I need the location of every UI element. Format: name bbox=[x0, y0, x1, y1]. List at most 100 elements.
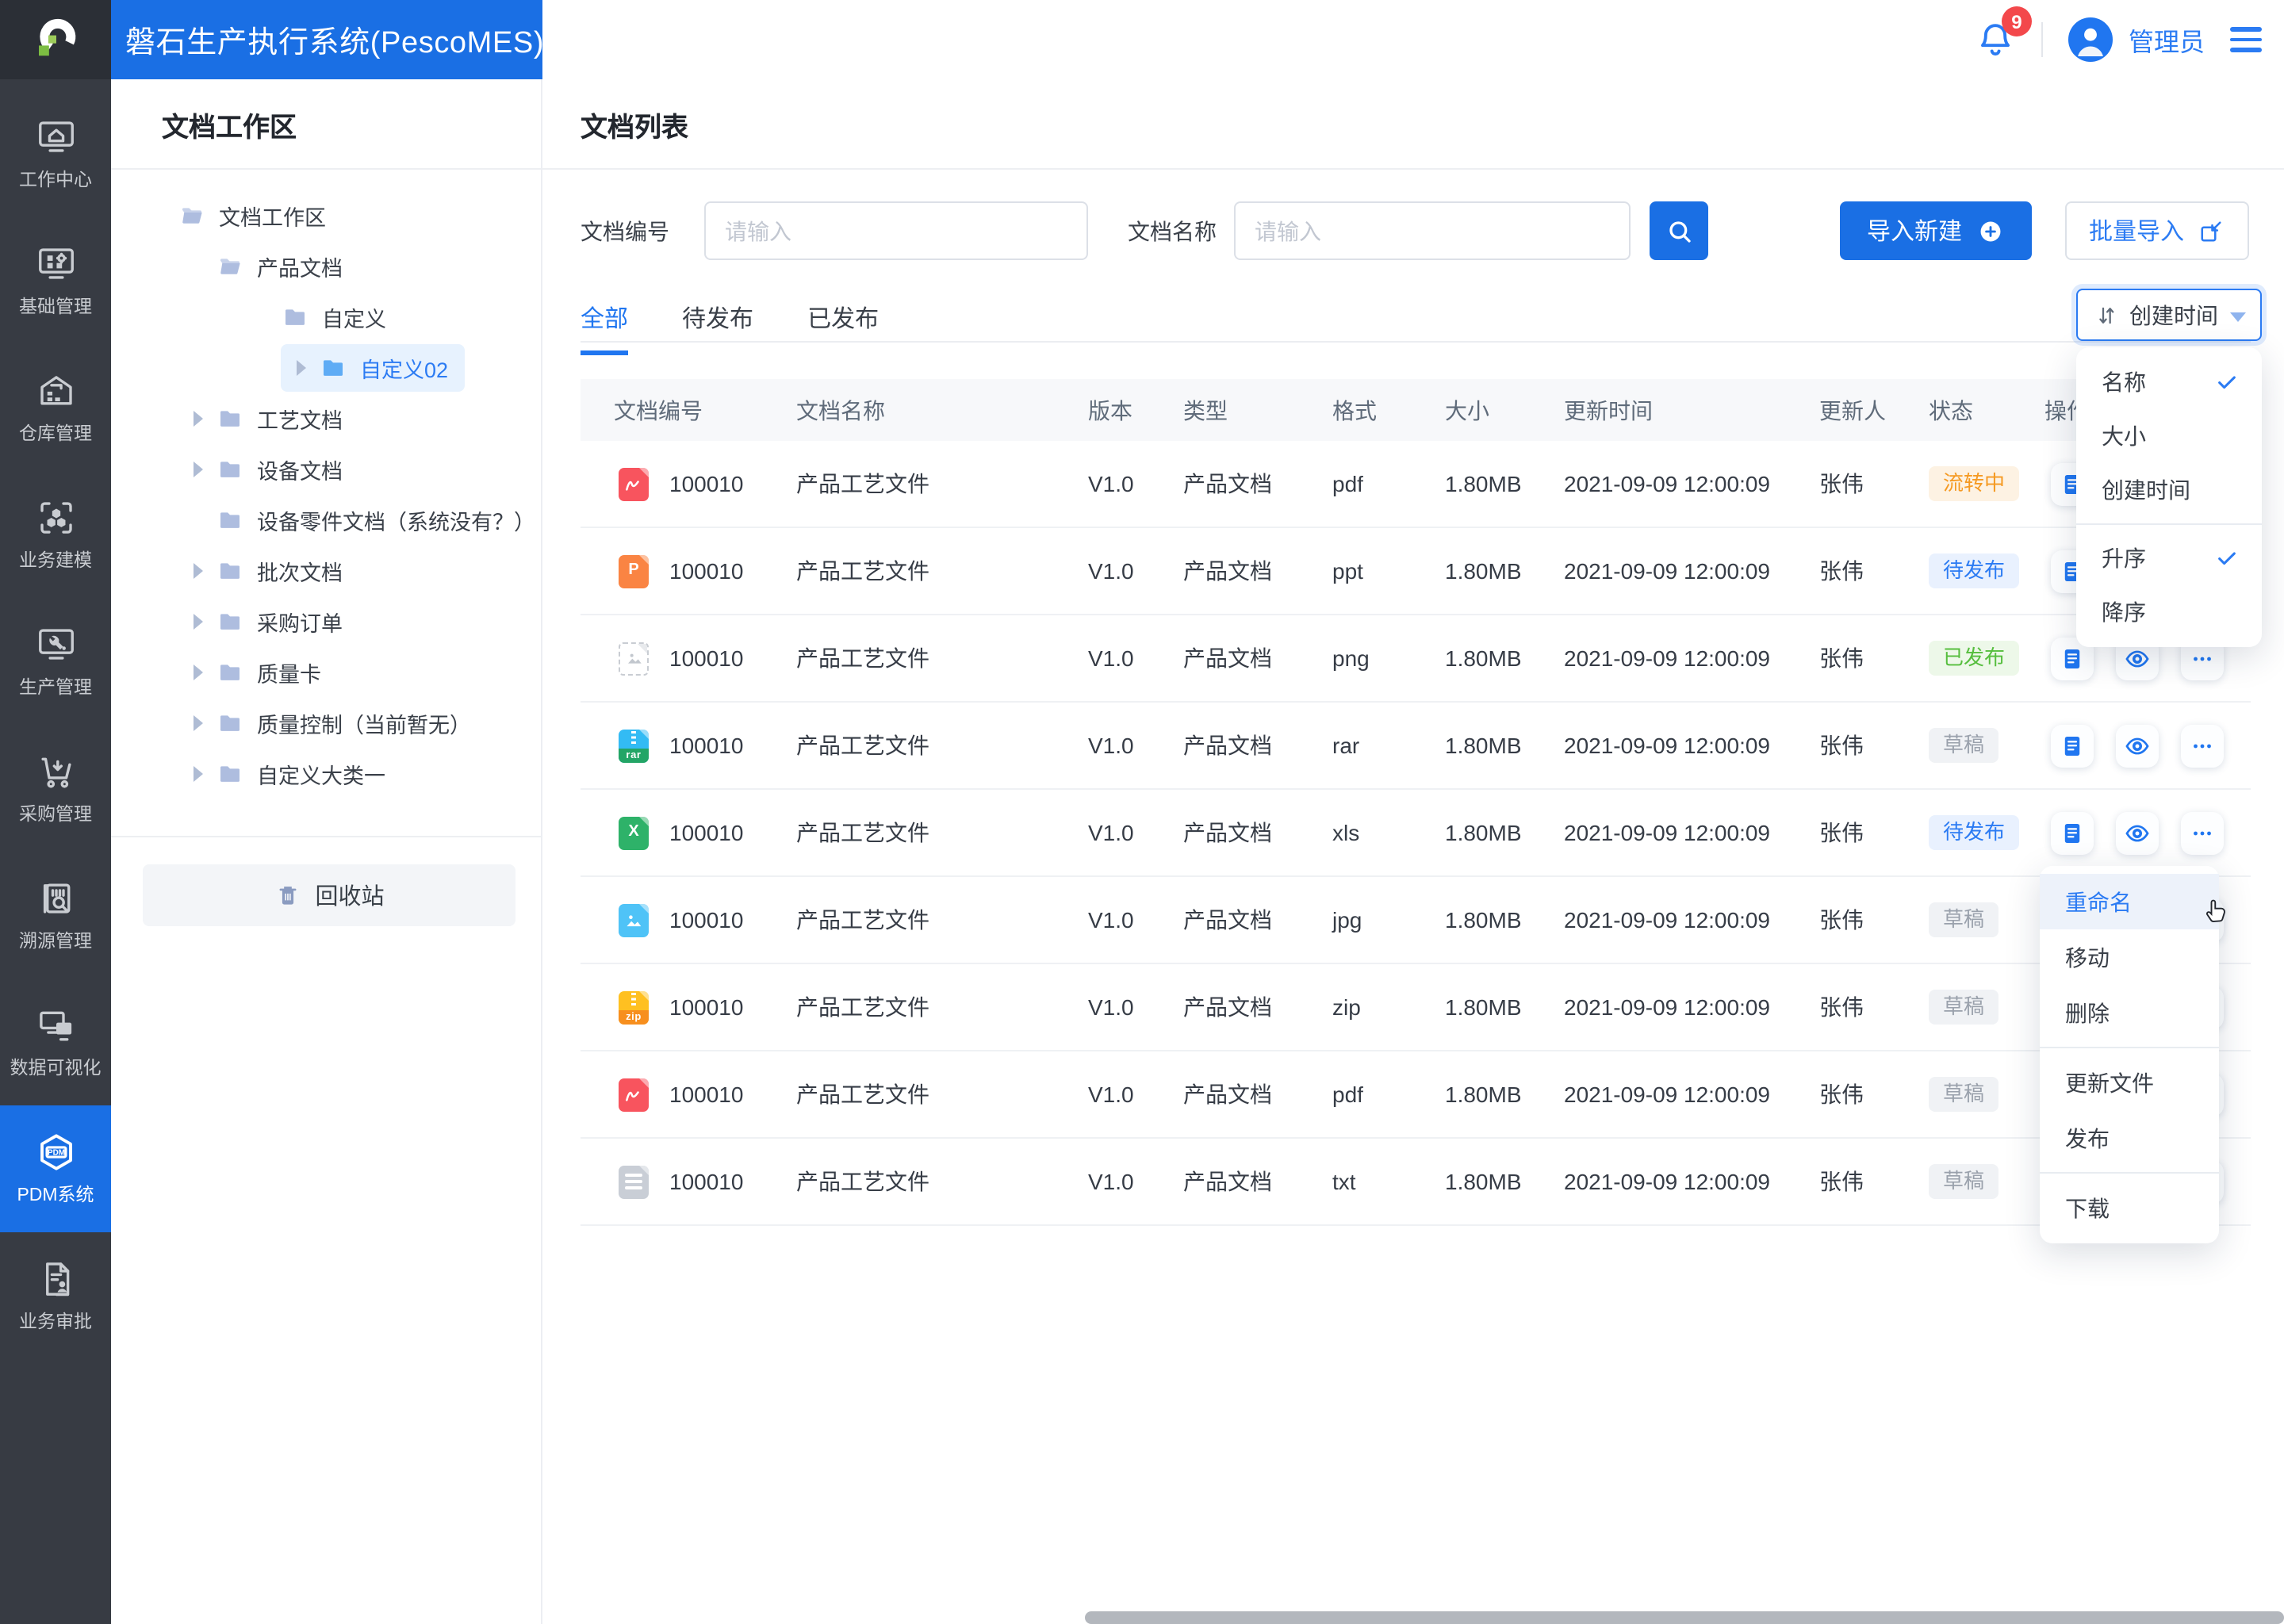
tree-caret-down-icon[interactable] bbox=[190, 512, 206, 528]
sidebar-item-dataviz[interactable]: 数据可视化 bbox=[0, 979, 111, 1105]
tree-caret-right-icon[interactable] bbox=[190, 766, 206, 782]
tree-node[interactable]: 质量卡 bbox=[111, 647, 541, 698]
tree-node[interactable]: 批次文档 bbox=[111, 546, 541, 596]
status-badge: 草稿 bbox=[1929, 989, 1999, 1025]
table-row[interactable]: P 100010 产品工艺文件 V1.0 产品文档 ppt 1.80MB 2021-09-09… bbox=[581, 528, 2251, 615]
tree-caret-right-icon[interactable] bbox=[190, 614, 206, 630]
tree-node[interactable]: 采购订单 bbox=[111, 596, 541, 647]
sidebar-item-purchase[interactable]: 采购管理 bbox=[0, 725, 111, 852]
batch-import-button[interactable]: 批量导入 bbox=[2064, 201, 2249, 260]
notification-bell-button[interactable]: 9 bbox=[1975, 6, 2032, 60]
cell-updated: 2021-09-09 12:00:09 bbox=[1564, 733, 1770, 758]
table-row[interactable]: 100010 产品工艺文件 V1.0 产品文档 pdf 1.80MB 2021-09-09 … bbox=[581, 441, 2251, 528]
tree-node[interactable]: 设备文档 bbox=[111, 444, 541, 495]
sidebar-item-trace[interactable]: 溯源管理 bbox=[0, 852, 111, 979]
import-new-button[interactable]: 导入新建 bbox=[1839, 201, 2032, 260]
tab-全部[interactable]: 全部 bbox=[581, 301, 629, 355]
folder-icon bbox=[319, 355, 347, 381]
sort-button[interactable]: 创建时间 bbox=[2076, 289, 2262, 341]
column-header: 版本 bbox=[1088, 397, 1132, 423]
sidebar-item-basemgmt[interactable]: 基础管理 bbox=[0, 217, 111, 344]
tree-node[interactable]: 设备零件文档（系统没有？） bbox=[111, 495, 541, 546]
tree-caret-down-icon[interactable] bbox=[152, 208, 168, 224]
tree-node[interactable]: 自定义大类一 bbox=[111, 749, 541, 799]
chevron-down-icon bbox=[2229, 312, 2245, 321]
document-table: 文档编号 文档名称 版本 类型 格式 大小 更新时间 更新人 状态 操作 100010 产品工艺文件… bbox=[581, 379, 2251, 1226]
context-menu-item-重命名[interactable]: 重命名 bbox=[2040, 874, 2225, 929]
sidebar-item-label: 基础管理 bbox=[19, 298, 92, 317]
context-menu-label: 移动 bbox=[2065, 944, 2110, 970]
context-menu-item-删除[interactable]: 删除 bbox=[2040, 985, 2219, 1040]
folder-icon bbox=[216, 254, 244, 279]
doc-name-input[interactable] bbox=[1234, 201, 1631, 260]
cell-updated: 2021-09-09 12:00:09 bbox=[1564, 558, 1770, 584]
tree-caret-down-icon[interactable] bbox=[255, 309, 271, 325]
cell-format: xls bbox=[1332, 820, 1360, 845]
sidebar-item-label: 业务建模 bbox=[19, 552, 92, 571]
sidebar-item-production[interactable]: 生产管理 bbox=[0, 598, 111, 725]
trash-icon bbox=[279, 887, 296, 905]
tree-caret-right-icon[interactable] bbox=[190, 715, 206, 731]
search-button[interactable] bbox=[1650, 201, 1708, 260]
cell-type: 产品文档 bbox=[1183, 820, 1272, 845]
tab-已发布[interactable]: 已发布 bbox=[807, 301, 879, 355]
basemgmt-icon bbox=[34, 243, 77, 285]
table-row[interactable]: zip 100010 产品工艺文件 V1.0 产品文档 zip 1.80MB 2021-09-… bbox=[581, 964, 2251, 1051]
sort-option-降序[interactable]: 降序 bbox=[2076, 585, 2262, 639]
sort-option-大小[interactable]: 大小 bbox=[2076, 409, 2262, 463]
doc-id-input[interactable] bbox=[704, 201, 1088, 260]
folder-icon bbox=[216, 457, 244, 482]
user-name[interactable]: 管理员 bbox=[2129, 21, 2205, 59]
cell-doc-id: 100010 bbox=[669, 1169, 744, 1194]
recycle-bin-button[interactable]: 回收站 bbox=[143, 864, 515, 926]
tree-caret-right-icon[interactable] bbox=[190, 563, 206, 579]
sidebar-item-bizmodel[interactable]: 业务建模 bbox=[0, 471, 111, 598]
table-row[interactable]: rar 100010 产品工艺文件 V1.0 产品文档 rar 1.80MB 2021-09-… bbox=[581, 703, 2251, 790]
sort-option-名称[interactable]: 名称 bbox=[2076, 355, 2262, 409]
more-button[interactable] bbox=[2181, 811, 2224, 854]
detail-button[interactable] bbox=[2051, 724, 2094, 767]
context-menu-item-更新文件[interactable]: 更新文件 bbox=[2040, 1055, 2219, 1110]
preview-button[interactable] bbox=[2116, 811, 2159, 854]
horizontal-scrollbar[interactable] bbox=[1085, 1611, 2284, 1624]
sidebar-item-approval[interactable]: 业务审批 bbox=[0, 1232, 111, 1359]
cell-version: V1.0 bbox=[1088, 820, 1134, 845]
tree-node[interactable]: 自定义02 bbox=[111, 343, 541, 393]
tree-node[interactable]: 产品文档 bbox=[111, 241, 541, 292]
tree-node-label: 采购订单 bbox=[257, 612, 343, 636]
detail-button[interactable] bbox=[2051, 811, 2094, 854]
sidebar-item-pdm[interactable]: PDM PDM系统 bbox=[0, 1105, 111, 1232]
sort-option-升序[interactable]: 升序 bbox=[2076, 531, 2262, 585]
tree-caret-right-icon[interactable] bbox=[190, 665, 206, 680]
tree-node[interactable]: 质量控制（当前暂无） bbox=[111, 698, 541, 749]
sidebar-item-warehouse[interactable]: 仓库管理 bbox=[0, 344, 111, 471]
sort-option-创建时间[interactable]: 创建时间 bbox=[2076, 463, 2262, 517]
table-row[interactable]: X 100010 产品工艺文件 V1.0 产品文档 xls 1.80MB 2021-09-09… bbox=[581, 790, 2251, 877]
import-new-label: 导入新建 bbox=[1866, 219, 1962, 246]
tree-node[interactable]: 工艺文档 bbox=[111, 393, 541, 444]
tree-caret-right-icon[interactable] bbox=[293, 360, 309, 376]
status-badge: 草稿 bbox=[1929, 902, 1999, 938]
more-button[interactable] bbox=[2181, 724, 2224, 767]
tab-待发布[interactable]: 待发布 bbox=[682, 301, 753, 355]
user-avatar[interactable] bbox=[2067, 17, 2113, 62]
table-row[interactable]: 100010 产品工艺文件 V1.0 产品文档 jpg 1.80MB 2021-09-09 … bbox=[581, 877, 2251, 964]
context-menu-item-下载[interactable]: 下载 bbox=[2040, 1180, 2219, 1235]
sort-option-label: 名称 bbox=[2102, 370, 2146, 395]
preview-button[interactable] bbox=[2116, 724, 2159, 767]
tree-caret-right-icon[interactable] bbox=[190, 411, 206, 427]
table-row[interactable]: 100010 产品工艺文件 V1.0 产品文档 txt 1.80MB 2021-09-09 … bbox=[581, 1139, 2251, 1226]
tree-node[interactable]: 文档工作区 bbox=[111, 190, 541, 241]
tree-caret-right-icon[interactable] bbox=[190, 462, 206, 477]
table-row[interactable]: 100010 产品工艺文件 V1.0 产品文档 pdf 1.80MB 2021-09-09 … bbox=[581, 1051, 2251, 1139]
tree-node[interactable]: 自定义 bbox=[111, 292, 541, 343]
tree-node-label: 产品文档 bbox=[257, 257, 343, 281]
app-logo bbox=[0, 0, 111, 79]
sidebar-item-label: 工作中心 bbox=[19, 171, 92, 190]
menu-toggle-button[interactable] bbox=[2230, 27, 2262, 52]
tree-caret-down-icon[interactable] bbox=[190, 259, 206, 274]
context-menu-item-移动[interactable]: 移动 bbox=[2040, 929, 2219, 985]
context-menu-item-发布[interactable]: 发布 bbox=[2040, 1110, 2219, 1166]
sidebar-item-workcenter[interactable]: 工作中心 bbox=[0, 90, 111, 217]
table-row[interactable]: 100010 产品工艺文件 V1.0 产品文档 png 1.80MB 2021-09-09 … bbox=[581, 615, 2251, 703]
